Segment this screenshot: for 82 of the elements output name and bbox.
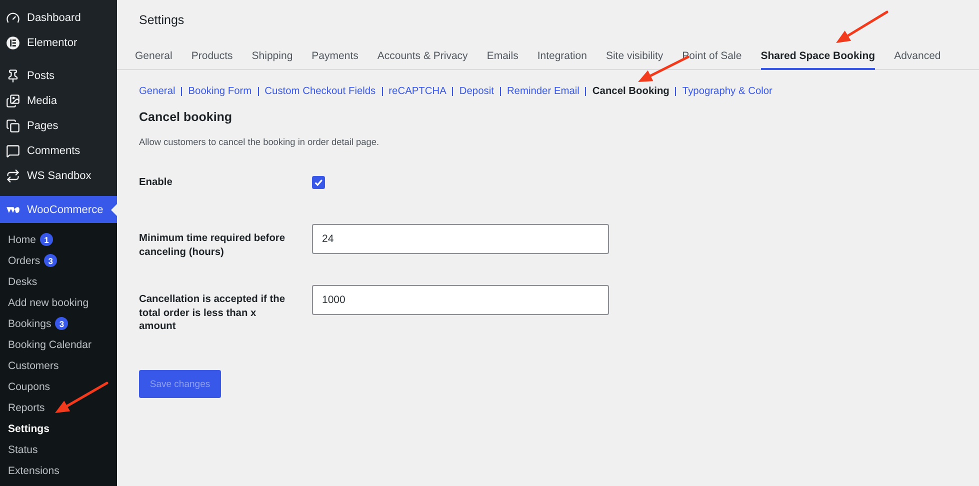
menu-label: Pages (27, 120, 58, 132)
sidebar-menu-item[interactable]: Comments (0, 138, 117, 163)
text-field[interactable]: 1000 (312, 285, 609, 315)
settings-tab[interactable]: Advanced (894, 50, 941, 70)
settings-tab[interactable]: Accounts & Privacy (377, 50, 468, 70)
sidebar-menu-item[interactable]: WooCommerce (0, 196, 117, 223)
section-heading: Cancel booking (139, 110, 234, 124)
submenu-item[interactable]: Reports (0, 397, 117, 418)
pages-icon (6, 118, 20, 132)
logo-icon (6, 36, 20, 50)
loop-arrows-icon (6, 168, 20, 182)
settings-tab[interactable]: Point of Sale (682, 50, 742, 70)
subsection-link[interactable]: General (139, 86, 176, 97)
sidebar-menu-item[interactable]: Elementor (0, 30, 117, 55)
submenu-item[interactable]: Booking Calendar (0, 334, 117, 355)
subsection-link[interactable]: Deposit (459, 86, 494, 97)
settings-tab[interactable]: Integration (537, 50, 587, 70)
annotation-arrow (55, 382, 108, 413)
subsection-link[interactable]: Custom Checkout Fields (264, 86, 376, 97)
menu-label: Comments (27, 144, 80, 156)
submenu-label: Settings (8, 422, 50, 434)
settings-tab[interactable]: Products (191, 50, 233, 70)
submenu-item[interactable]: Home 1 (0, 229, 117, 250)
field-label: Enable (139, 176, 174, 190)
submenu-label: Customers (8, 360, 59, 372)
settings-tab[interactable]: Emails (486, 50, 518, 70)
enable-checkbox[interactable] (312, 176, 325, 189)
menu-label: Posts (27, 70, 55, 82)
comment-icon (6, 144, 20, 158)
submenu-label: Orders (8, 254, 40, 266)
settings-tab[interactable]: General (135, 50, 172, 70)
settings-tab[interactable]: Shared Space Booking (760, 50, 876, 70)
sidebar-menu-item[interactable]: Posts (0, 63, 117, 88)
media-icon (6, 94, 20, 108)
submenu-item[interactable]: Bookings 3 (0, 313, 117, 334)
pin-icon (6, 68, 20, 82)
submenu-item[interactable]: Status (0, 439, 117, 460)
subsection-link[interactable]: Typography & Color (682, 86, 772, 97)
submenu-item[interactable]: Add new booking (0, 292, 117, 313)
menu-label: Dashboard (27, 12, 81, 24)
section-description: Allow customers to cancel the booking in order detail page. (139, 137, 380, 147)
submenu-label: Status (8, 444, 38, 456)
submenu-label: Home (8, 234, 36, 246)
subsection-link[interactable]: Booking Form (188, 86, 252, 97)
count-badge: 3 (44, 254, 58, 267)
submenu-label: Bookings (8, 318, 52, 330)
submenu-item[interactable]: Coupons (0, 376, 117, 397)
submenu-label: Extensions (8, 464, 60, 476)
menu-label: WS Sandbox (27, 170, 92, 182)
subsection-link[interactable]: Cancel Booking (592, 86, 670, 97)
submenu-label: Add new booking (8, 296, 89, 308)
settings-tab[interactable]: Site visibility (606, 50, 664, 70)
settings-tab[interactable]: Payments (312, 50, 358, 70)
sidebar-menu-item[interactable]: WS Sandbox (0, 163, 117, 188)
submenu-item[interactable]: Settings (0, 418, 117, 439)
menu-label: WooCommerce (27, 204, 104, 216)
sidebar-menu-item[interactable]: Media (0, 88, 117, 113)
settings-tab[interactable]: Shipping (252, 50, 293, 70)
submenu-item[interactable]: Orders 3 (0, 250, 117, 271)
field-label: Cancellation is accepted if the total order is less than x amount (139, 293, 286, 334)
current-menu-pointer-icon (111, 204, 117, 216)
count-badge: 3 (55, 317, 68, 330)
submenu-label: Reports (8, 402, 45, 414)
sidebar-menu-item[interactable]: Dashboard (0, 5, 117, 30)
page-title: Settings (139, 13, 186, 27)
submenu-item[interactable]: Extensions (0, 460, 117, 481)
submenu-item[interactable]: Desks (0, 271, 117, 292)
annotation-arrow (836, 10, 888, 43)
subsection-link[interactable]: Reminder Email (506, 86, 580, 97)
text-field[interactable]: 24 (312, 224, 609, 254)
submenu-label: Coupons (8, 380, 50, 392)
field-label: Minimum time required before canceling (hours) (139, 232, 286, 259)
submenu-label: Desks (8, 276, 38, 288)
check-icon (314, 178, 323, 187)
submenu-label: Booking Calendar (8, 338, 92, 350)
subsection-link[interactable]: reCAPTCHA (388, 86, 446, 97)
submenu-item[interactable]: Customers (0, 355, 117, 376)
menu-label: Media (27, 94, 57, 106)
menu-label: Elementor (27, 36, 78, 48)
dashboard-gauge-icon (6, 10, 20, 24)
count-badge: 1 (40, 233, 54, 246)
sidebar-menu-item[interactable]: Pages (0, 113, 117, 138)
